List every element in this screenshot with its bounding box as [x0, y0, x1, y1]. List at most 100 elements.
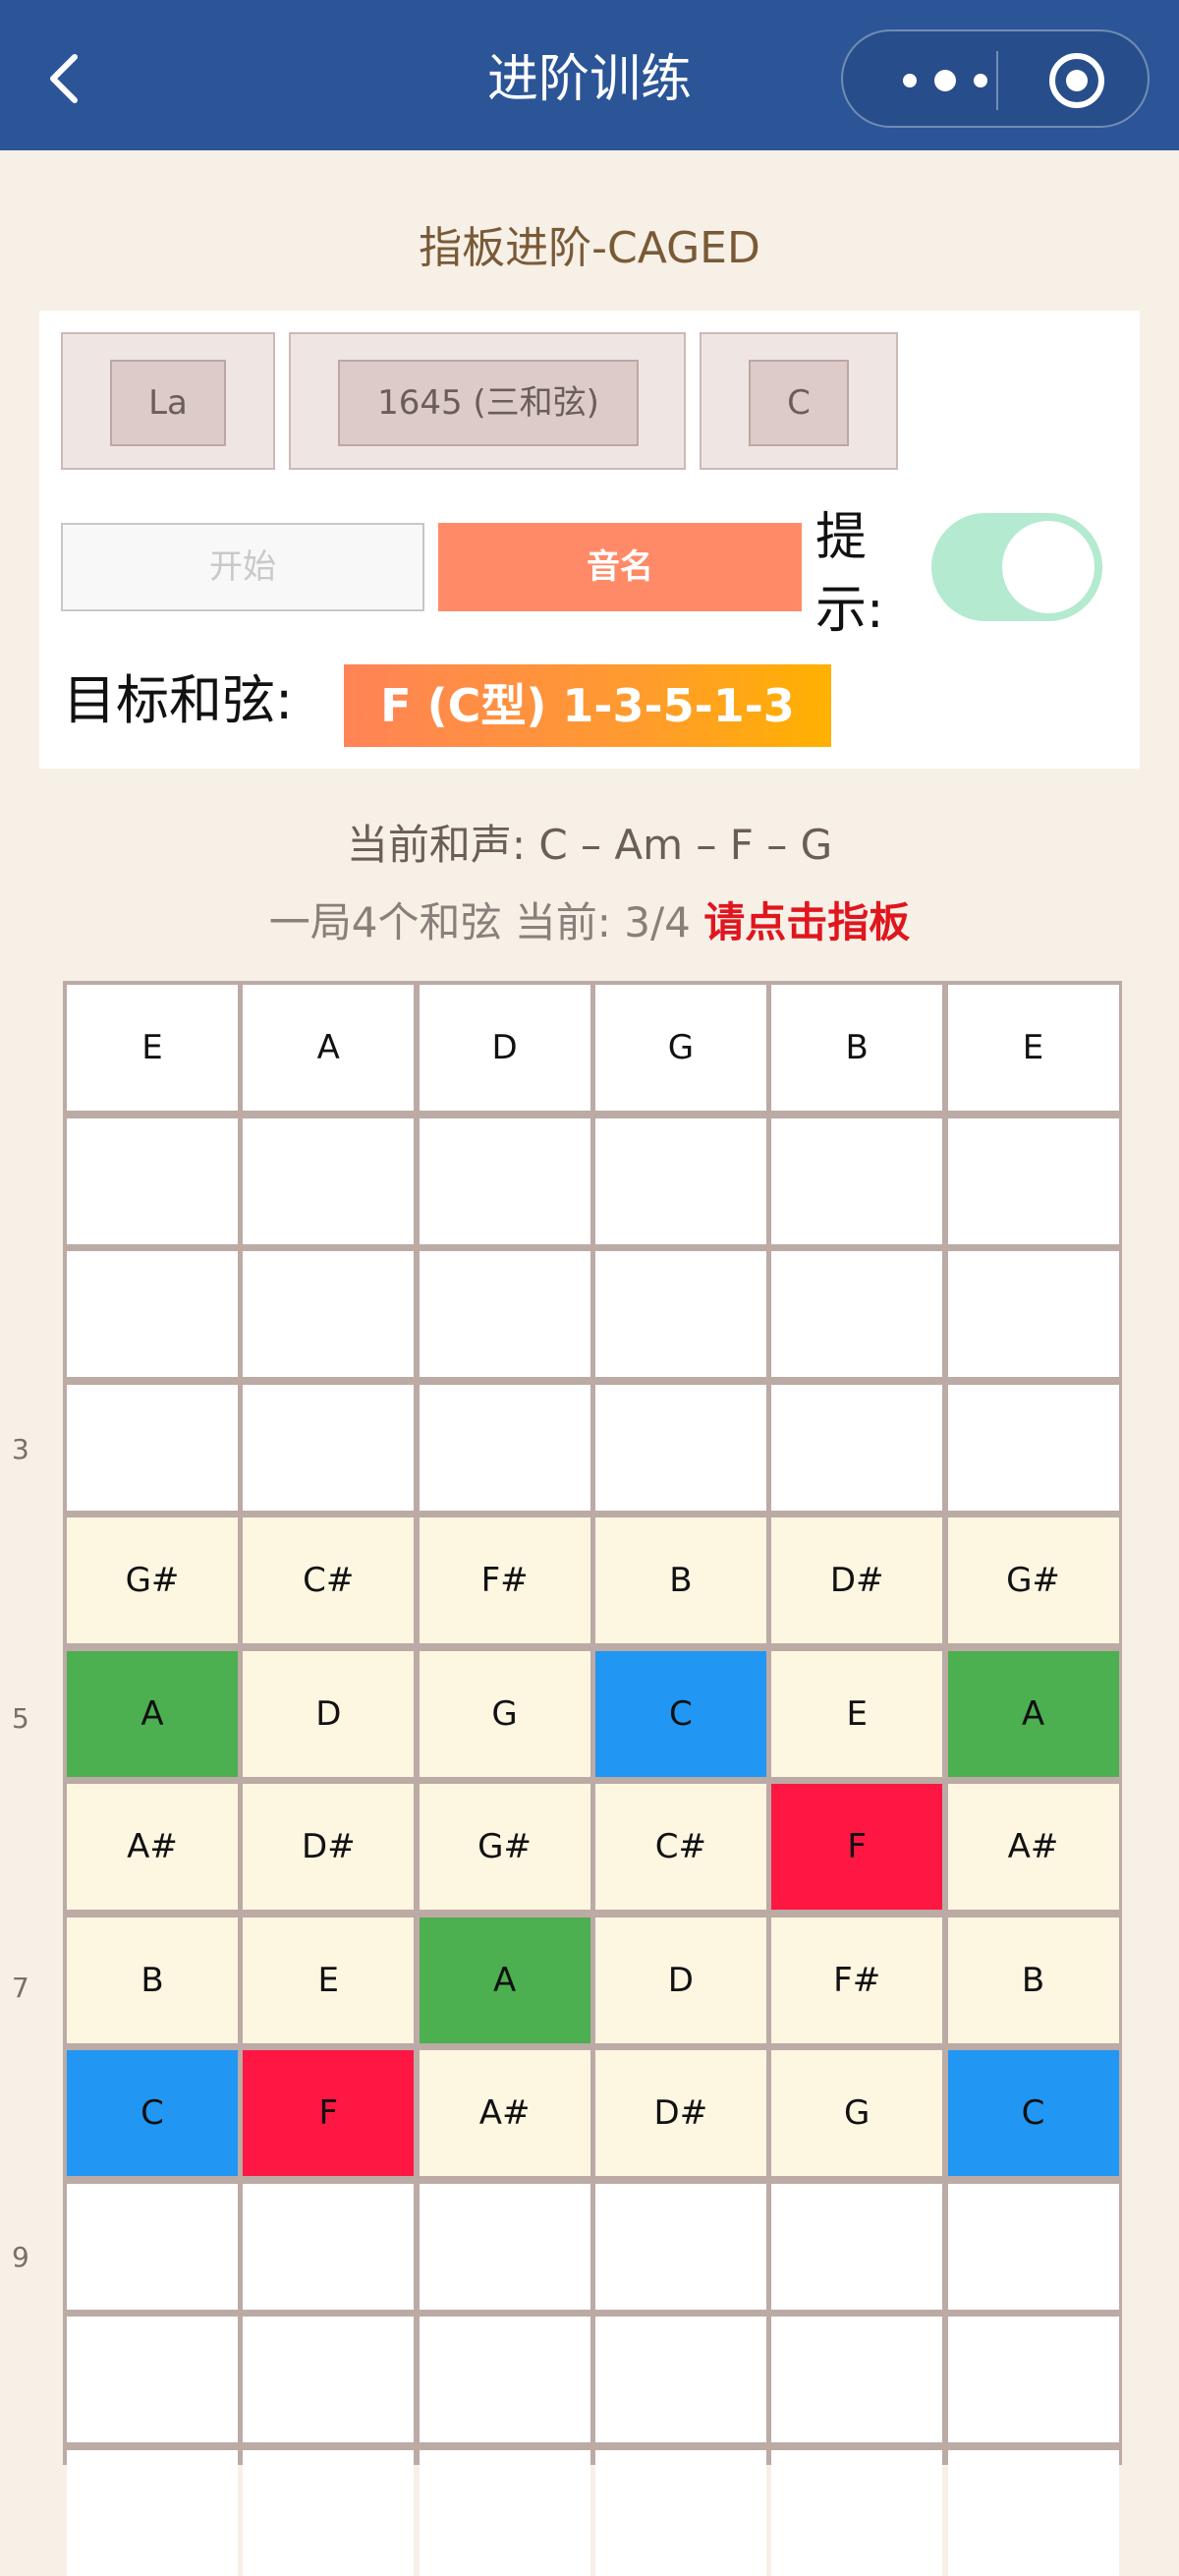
fret-cell[interactable]: [243, 1251, 415, 1377]
target-chord-label: 目标和弦:: [63, 669, 294, 731]
fret-cell[interactable]: E: [771, 1650, 943, 1777]
fret-number: 5: [12, 1702, 29, 1735]
fret-cell[interactable]: [243, 1384, 415, 1511]
scale-selector[interactable]: La: [61, 332, 275, 470]
fret-cell[interactable]: C#: [243, 1517, 415, 1643]
fret-cell[interactable]: [419, 1384, 590, 1511]
nav-bar: 进阶训练: [0, 0, 1179, 150]
note-name-button[interactable]: 音名: [438, 523, 802, 611]
fret-cell[interactable]: E: [243, 1917, 415, 2043]
scale-selector-value: La: [110, 360, 226, 446]
fret-cell[interactable]: [67, 2317, 238, 2442]
fret-cell[interactable]: [419, 2317, 590, 2442]
fret-cell[interactable]: [594, 2449, 766, 2576]
fret-cell[interactable]: [243, 1117, 415, 1244]
fret-cell[interactable]: [947, 2449, 1119, 2576]
fret-cell[interactable]: D#: [771, 1517, 943, 1643]
fret-number: 9: [12, 2241, 29, 2273]
fret-cell[interactable]: F: [243, 2050, 415, 2176]
fret-cell[interactable]: [771, 2317, 943, 2442]
fret-cell[interactable]: G#: [67, 1517, 238, 1643]
fret-cell[interactable]: C: [947, 2050, 1119, 2176]
hint-toggle[interactable]: [931, 513, 1102, 621]
fret-cell[interactable]: B: [67, 1917, 238, 2043]
string-name-cell: E: [947, 985, 1119, 1111]
close-miniprogram-icon[interactable]: [1047, 51, 1106, 110]
section-title: 指板进阶-CAGED: [419, 223, 760, 273]
fret-cell[interactable]: [67, 1251, 238, 1377]
fret-cell[interactable]: A: [67, 1650, 238, 1777]
fret-number: 7: [12, 1972, 29, 2004]
hint-label: 提示:: [815, 508, 884, 640]
fret-cell[interactable]: [67, 2449, 238, 2576]
string-name-cell: G: [594, 985, 766, 1111]
fret-cell[interactable]: C: [594, 1650, 766, 1777]
string-name-cell: A: [243, 985, 415, 1111]
progression-selector[interactable]: 1645 (三和弦): [289, 332, 686, 470]
current-harmony: 当前和声: C – Am – F – G: [346, 821, 833, 869]
fret-cell[interactable]: [771, 1384, 943, 1511]
target-chord-badge: F (C型) 1-3-5-1-3: [344, 664, 831, 747]
fret-cell[interactable]: D: [243, 1650, 415, 1777]
fret-cell[interactable]: [243, 2317, 415, 2442]
fret-cell[interactable]: [771, 2183, 943, 2310]
fret-cell[interactable]: G#: [419, 1784, 590, 1910]
fret-cell[interactable]: A#: [419, 2050, 590, 2176]
fret-cell[interactable]: A: [419, 1917, 590, 2043]
fret-cell[interactable]: [947, 1251, 1119, 1377]
progress-text: 一局4个和弦 当前: 3/4: [268, 898, 691, 946]
fret-cell[interactable]: [771, 2449, 943, 2576]
fret-cell[interactable]: [594, 1117, 766, 1244]
hint-toggle-knob: [1002, 521, 1095, 613]
fret-cell[interactable]: [947, 1384, 1119, 1511]
capsule-divider: [996, 51, 998, 110]
fret-cell[interactable]: [771, 1117, 943, 1244]
string-name-cell: B: [771, 985, 943, 1111]
fret-cell[interactable]: A#: [947, 1784, 1119, 1910]
fret-cell[interactable]: [67, 1384, 238, 1511]
fret-cell[interactable]: G#: [947, 1517, 1119, 1643]
fret-cell[interactable]: D: [594, 1917, 766, 2043]
fret-cell[interactable]: [419, 2449, 590, 2576]
fret-cell[interactable]: C: [67, 2050, 238, 2176]
string-name-cell: E: [67, 985, 238, 1111]
fret-cell[interactable]: [419, 1117, 590, 1244]
fret-cell[interactable]: [419, 1251, 590, 1377]
fret-cell[interactable]: F: [771, 1784, 943, 1910]
mini-program-capsule: [841, 29, 1150, 128]
fret-cell[interactable]: [594, 1384, 766, 1511]
fret-cell[interactable]: [947, 1117, 1119, 1244]
fret-cell[interactable]: B: [947, 1917, 1119, 2043]
progression-selector-value: 1645 (三和弦): [338, 360, 639, 446]
fret-cell[interactable]: G: [771, 2050, 943, 2176]
fret-cell[interactable]: D#: [594, 2050, 766, 2176]
fret-cell[interactable]: [243, 2449, 415, 2576]
key-selector-value: C: [749, 360, 849, 446]
fret-cell[interactable]: [947, 2317, 1119, 2442]
more-icon[interactable]: [886, 63, 1004, 98]
fret-cell[interactable]: [243, 2183, 415, 2310]
fret-cell[interactable]: [67, 1117, 238, 1244]
fretboard: E A D G B E G# C# F# B D# G# A D G C E A A# D# G# C# F A# B E A D F#…: [63, 981, 1122, 2576]
fret-cell[interactable]: [419, 2183, 590, 2310]
round-progress: 一局4个和弦 当前: 3/4 请点击指板: [0, 892, 1179, 953]
fret-cell[interactable]: A: [947, 1650, 1119, 1777]
fret-cell[interactable]: C#: [594, 1784, 766, 1910]
key-selector[interactable]: C: [700, 332, 898, 470]
fret-cell[interactable]: [771, 1251, 943, 1377]
fret-cell[interactable]: [594, 2317, 766, 2442]
fret-cell[interactable]: [594, 2183, 766, 2310]
fret-cell[interactable]: F#: [419, 1517, 590, 1643]
fret-cell[interactable]: F#: [771, 1917, 943, 2043]
fret-cell[interactable]: G: [419, 1650, 590, 1777]
fret-cell[interactable]: A#: [67, 1784, 238, 1910]
start-button[interactable]: 开始: [61, 523, 424, 611]
fret-cell[interactable]: D#: [243, 1784, 415, 1910]
fret-cell[interactable]: [67, 2183, 238, 2310]
string-name-cell: D: [419, 985, 590, 1111]
fret-cell[interactable]: [594, 1251, 766, 1377]
fret-cell[interactable]: [947, 2183, 1119, 2310]
control-card: La 1645 (三和弦) C 开始 音名 提示: 目标和弦: F (C型) 1…: [39, 311, 1140, 769]
fret-number: 3: [12, 1433, 29, 1465]
fret-cell[interactable]: B: [594, 1517, 766, 1643]
